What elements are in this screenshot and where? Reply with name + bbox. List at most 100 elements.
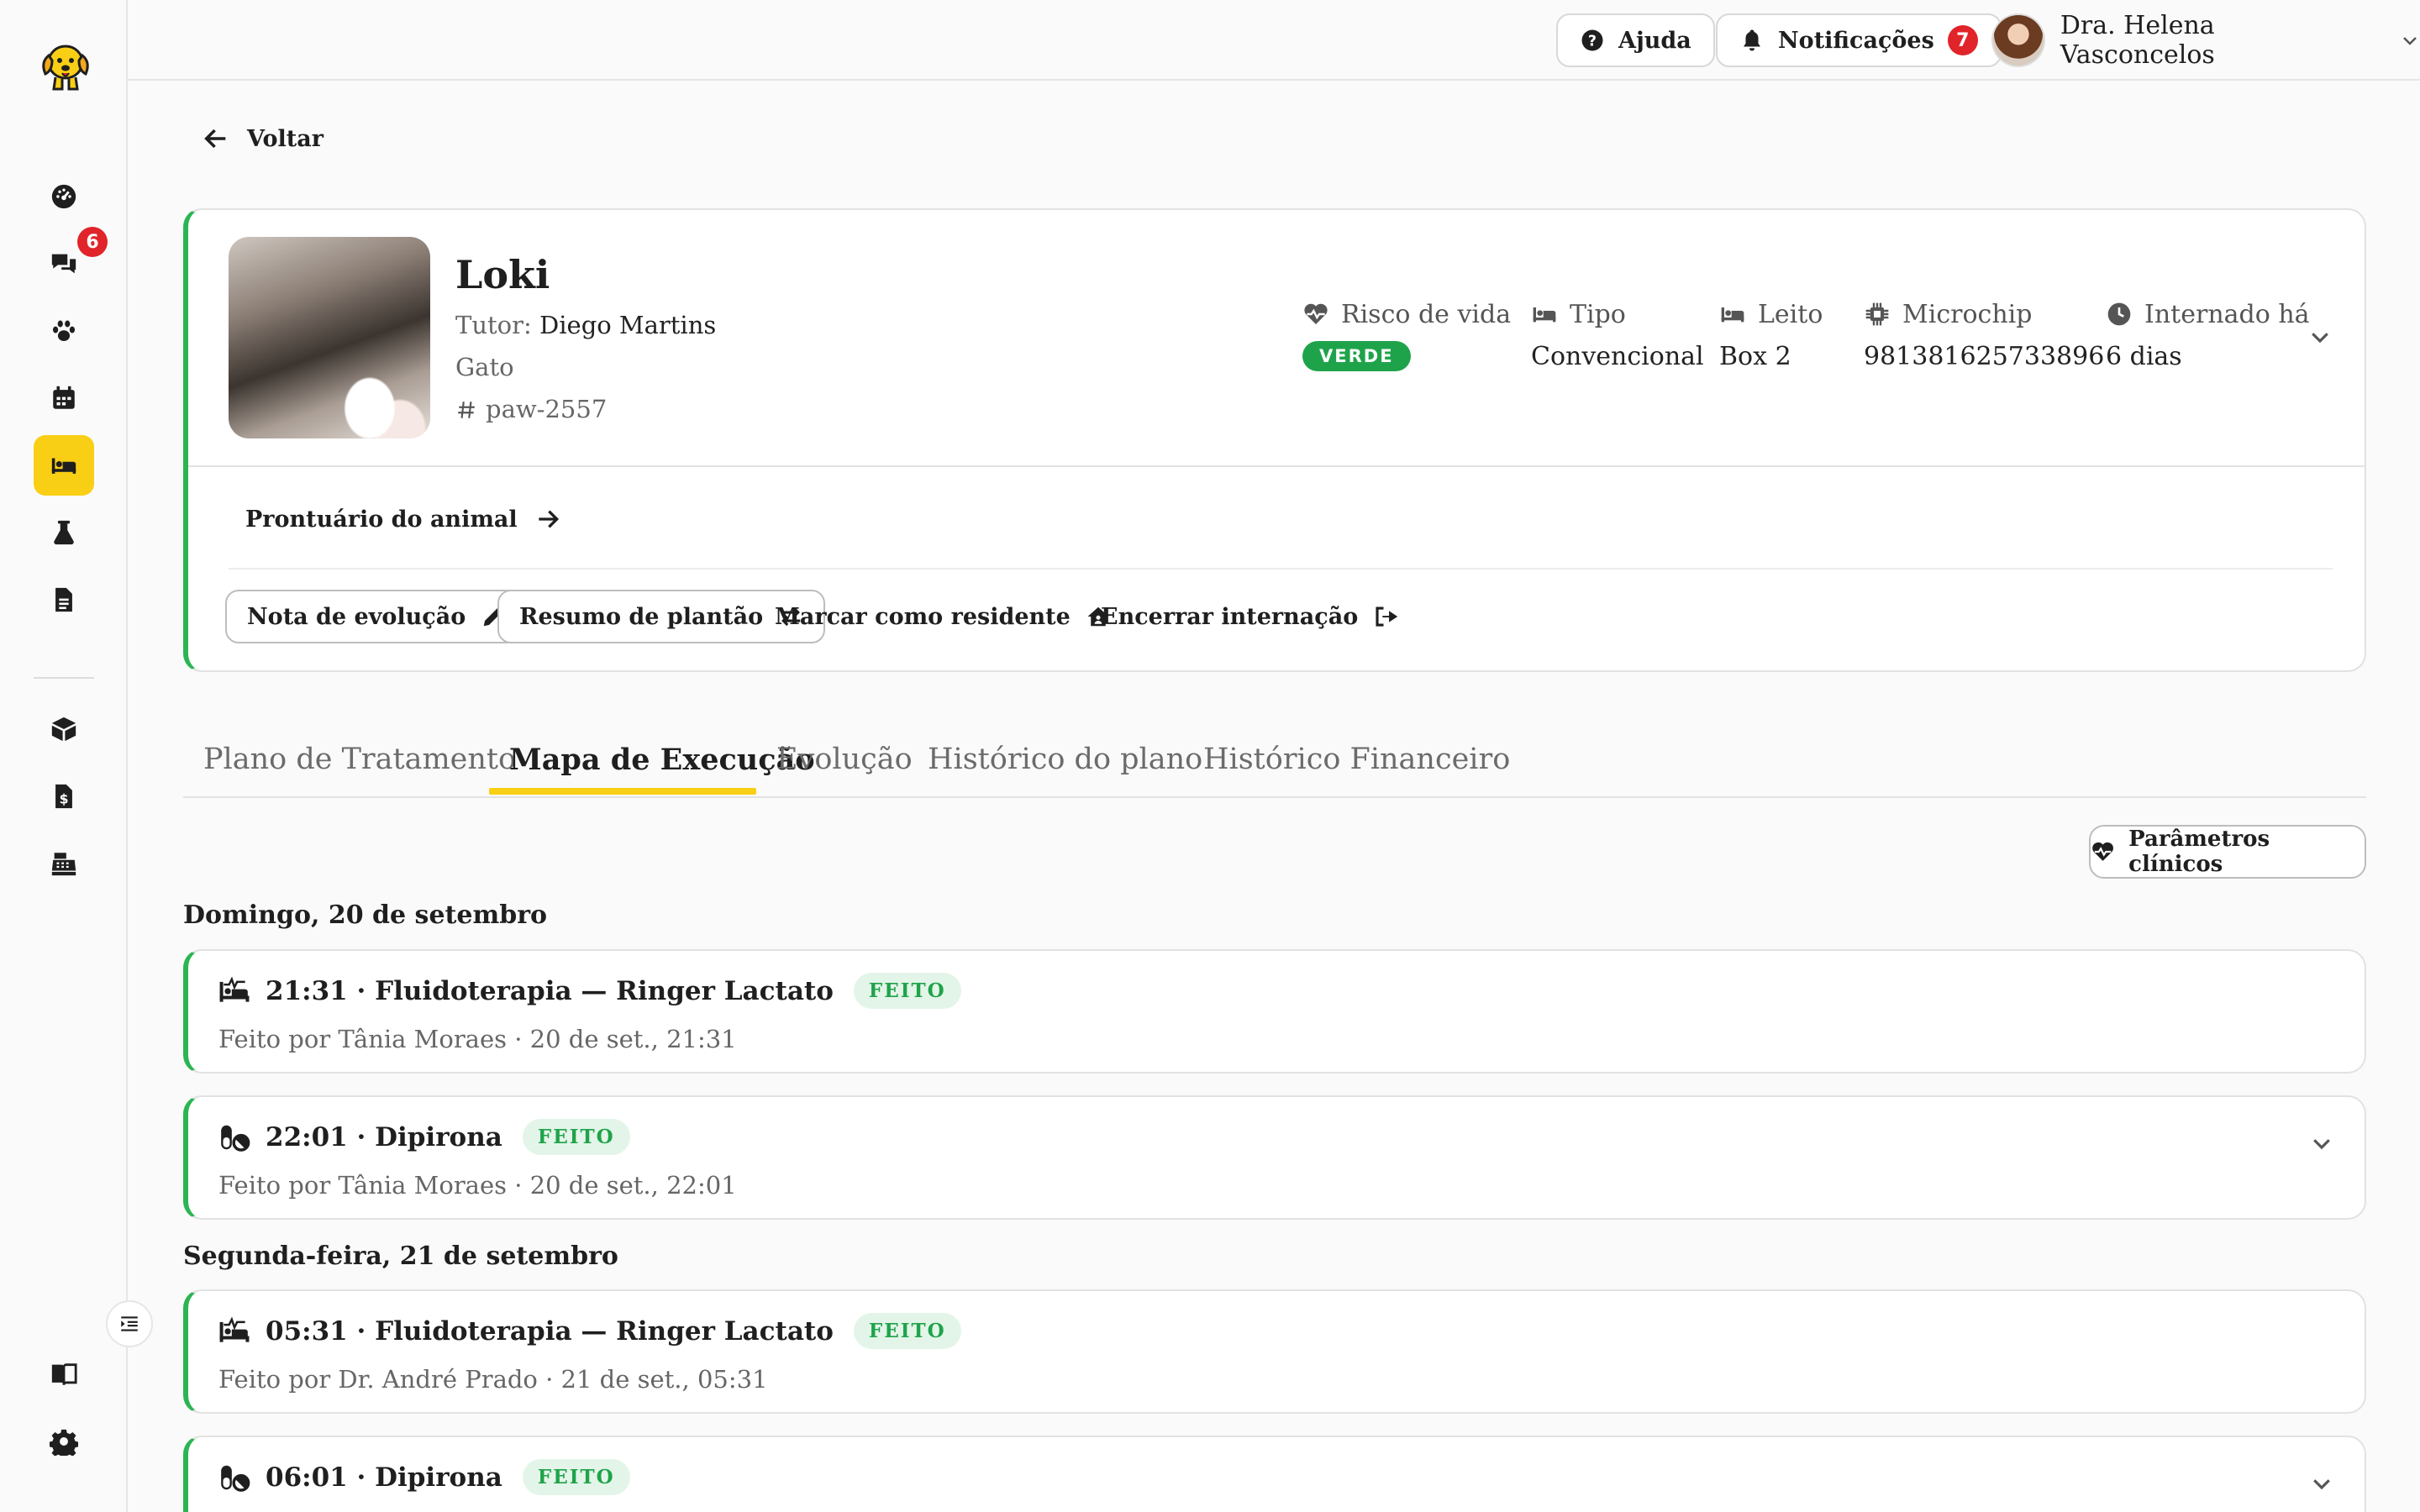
tab-treatment-plan[interactable]: Plano de Tratamento [203, 732, 516, 798]
sidebar: 6 $ [0, 0, 128, 1512]
entry-title: 05:31 · Fluidoterapia — Ringer Lactato [266, 1315, 834, 1347]
sidebar-item-pets[interactable] [34, 301, 94, 361]
tab-financial-history[interactable]: Histórico Financeiro [1203, 732, 1510, 798]
patient-photo [229, 237, 430, 438]
bell-icon [1744, 29, 1760, 51]
patient-card: Loki Tutor: Diego Martins Gato paw-2557 … [183, 208, 2366, 672]
svg-text:?: ? [1588, 33, 1597, 50]
expand-card-chevron-icon[interactable] [2307, 324, 2333, 349]
sidebar-item-dashboard[interactable] [34, 166, 94, 227]
hash-icon [458, 402, 475, 418]
animal-record-label: Prontuário do animal [245, 506, 518, 533]
tutor-label: Tutor: [455, 311, 532, 339]
end-hospitalization-button[interactable]: Encerrar internação [1081, 590, 1418, 643]
end-hospitalization-label: Encerrar internação [1101, 603, 1359, 630]
admitted-label: Internado há [2144, 299, 2310, 329]
mark-resident-button[interactable]: Marcar como residente [755, 590, 1131, 643]
meta-type: Tipo Convencional [1531, 297, 1704, 373]
execution-entry[interactable]: 22:01 · Dipirona FEITO Feito por Tânia M… [183, 1095, 2366, 1220]
card-divider [188, 465, 2365, 467]
sidebar-item-docs[interactable] [34, 1344, 94, 1404]
sidebar-item-chat[interactable]: 6 [34, 227, 108, 294]
heart-pulse-icon [2092, 842, 2113, 861]
sidebar-item-inventory[interactable] [34, 699, 94, 759]
evolution-note-label: Nota de evolução [247, 603, 466, 630]
sidebar-item-settings[interactable] [34, 1411, 94, 1472]
sidebar-item-cashier[interactable] [34, 833, 94, 894]
type-label: Tipo [1570, 299, 1626, 329]
type-value: Convencional [1531, 341, 1704, 371]
sidebar-item-billing[interactable]: $ [34, 766, 94, 827]
card-divider-inner [229, 568, 2333, 570]
sidebar-divider [34, 677, 94, 679]
dashboard-icon [51, 184, 76, 209]
microchip-label: Microchip [1902, 299, 2033, 329]
day-heading: Domingo, 20 de setembro [183, 900, 548, 930]
entry-subtitle: Feito por Dr. André Prado · 21 de set., … [218, 1365, 768, 1394]
box-icon [51, 717, 76, 742]
animal-record-link[interactable]: Prontuário do animal [245, 506, 561, 533]
bed-icon [1721, 307, 1744, 323]
sidebar-collapse-button[interactable] [106, 1300, 153, 1347]
clinical-params-label: Parâmetros clínicos [2128, 827, 2270, 877]
arrow-right-icon [538, 510, 559, 528]
sidebar-item-hospitalization[interactable] [34, 435, 94, 496]
sidebar-item-calendar[interactable] [34, 368, 94, 428]
sidebar-item-lab[interactable] [34, 502, 94, 563]
exit-icon [1376, 606, 1398, 627]
chevron-down-icon[interactable] [2309, 1471, 2334, 1496]
microchip-icon [1865, 302, 1889, 326]
bed-value: Box 2 [1719, 341, 1791, 371]
document-icon [55, 587, 72, 612]
entry-title: 21:31 · Fluidoterapia — Ringer Lactato [266, 975, 834, 1006]
bed-icon [1533, 307, 1556, 323]
cash-register-icon [51, 853, 76, 876]
execution-entry[interactable]: 05:31 · Fluidoterapia — Ringer Lactato F… [183, 1289, 2366, 1414]
back-button[interactable]: Voltar [202, 124, 324, 153]
patient-name: Loki [455, 252, 550, 297]
bed-icon [51, 458, 76, 474]
active-tab-indicator [489, 788, 756, 795]
svg-text:$: $ [60, 792, 69, 807]
book-icon [51, 1363, 77, 1386]
top-bar: ? Ajuda Notificações 7 Dra. Helena Vasco… [128, 0, 2420, 81]
microchip-value: 981381625733896 [1864, 341, 2105, 371]
evolution-note-button[interactable]: Nota de evolução [225, 590, 529, 643]
patient-id: paw-2557 [455, 395, 607, 423]
tab-evolution[interactable]: Evolução [776, 732, 913, 798]
meta-microchip: Microchip 981381625733896 [1864, 297, 2104, 373]
tab-plan-history[interactable]: Histórico do plano [928, 732, 1202, 798]
notifications-count-badge: 7 [1947, 25, 1978, 55]
notifications-label: Notificações [1778, 27, 1934, 54]
paw-icon [52, 320, 76, 342]
avatar [1991, 13, 2045, 67]
help-button[interactable]: ? Ajuda [1556, 13, 1715, 67]
chevron-down-icon[interactable] [2309, 1131, 2334, 1156]
help-icon: ? [1581, 29, 1603, 51]
bed-pulse-icon [219, 1315, 250, 1342]
clinical-params-button[interactable]: Parâmetros clínicos [2089, 825, 2366, 879]
status-badge: FEITO [522, 1459, 630, 1495]
status-badge: FEITO [853, 1313, 961, 1349]
notifications-button[interactable]: Notificações 7 [1716, 13, 2002, 67]
execution-entry[interactable]: 21:31 · Fluidoterapia — Ringer Lactato F… [183, 949, 2366, 1074]
risk-badge: VERDE [1302, 341, 1411, 371]
execution-entry[interactable]: 06:01 · Dipirona FEITO [183, 1436, 2366, 1512]
entry-subtitle: Feito por Tânia Moraes · 20 de set., 22:… [218, 1171, 737, 1200]
sidebar-item-documents[interactable] [34, 570, 94, 630]
bed-label: Leito [1758, 299, 1823, 329]
dog-logo[interactable] [37, 37, 94, 94]
tutor-name: Diego Martins [539, 311, 717, 339]
pills-icon [221, 1125, 250, 1152]
user-menu[interactable]: Dra. Helena Vasconcelos [1991, 11, 2420, 70]
meta-risk: Risco de vida VERDE [1302, 297, 1511, 373]
entry-title: 22:01 · Dipirona [266, 1121, 502, 1152]
chat-badge: 6 [77, 227, 108, 257]
chat-icon [51, 254, 76, 274]
bed-pulse-icon [219, 975, 250, 1002]
invoice-icon: $ [55, 784, 72, 809]
indent-icon [121, 1316, 138, 1331]
shift-summary-label: Resumo de plantão [519, 603, 764, 630]
chevron-down-icon [2403, 37, 2417, 45]
flask-icon [54, 520, 74, 545]
